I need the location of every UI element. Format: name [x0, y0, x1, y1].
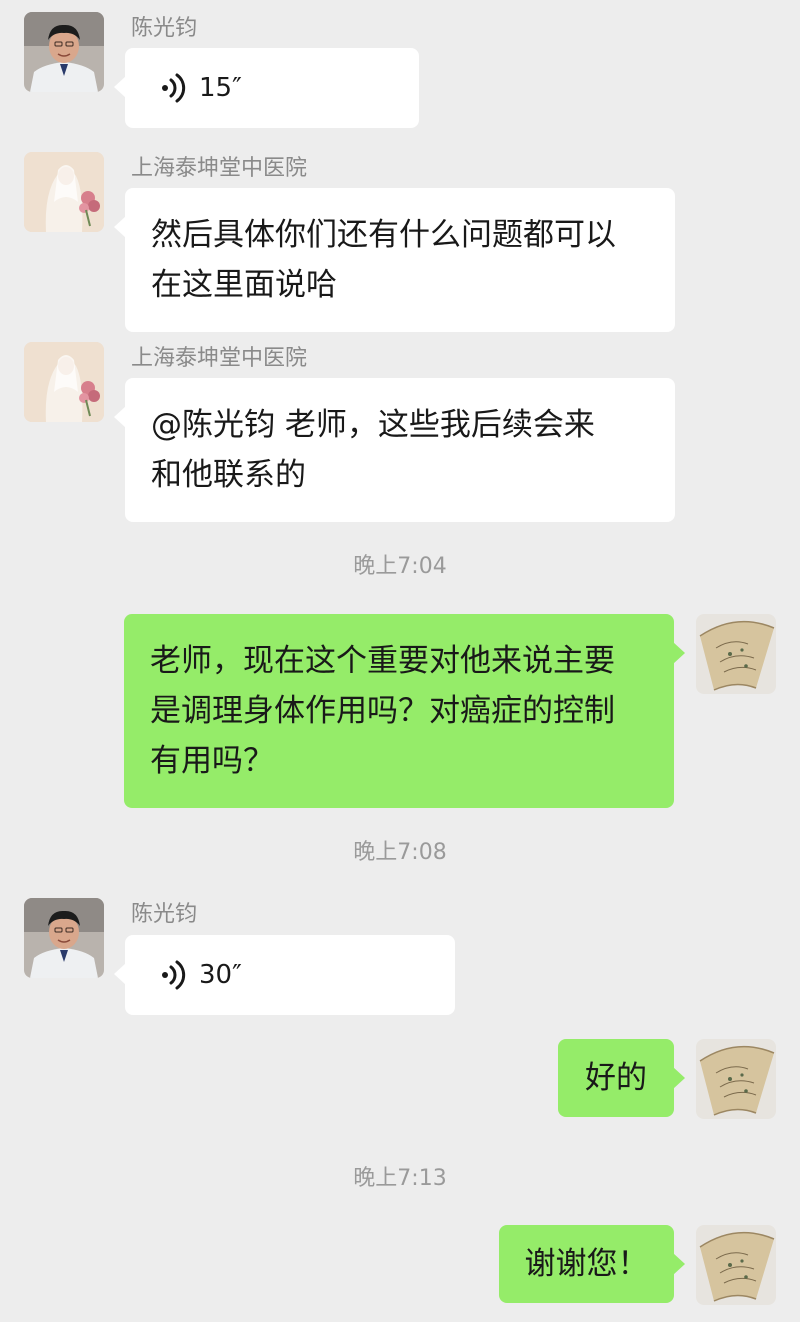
painted-fan-avatar [696, 1225, 776, 1305]
message-line: 然后具体你们还有什么问题都可以 [151, 217, 616, 253]
self-avatar[interactable] [696, 1225, 776, 1305]
timestamp: 晚上7:13 [353, 1166, 447, 1191]
doctor-avatar[interactable] [24, 898, 104, 978]
message-line: 是调理身体作用吗？对癌症的控制 [150, 693, 615, 729]
bride-flowers-avatar [24, 152, 104, 232]
hospital-avatar[interactable] [24, 152, 104, 232]
message-line: 和他联系的 [151, 457, 306, 493]
voice-duration: 15″ [199, 73, 242, 103]
sender-name: 上海泰坤堂中医院 [131, 346, 308, 371]
timestamp: 晚上7:04 [353, 554, 447, 579]
message-line: 有用吗？ [150, 743, 274, 779]
sender-name: 上海泰坤堂中医院 [131, 156, 308, 181]
self-avatar[interactable] [696, 614, 776, 694]
sender-name: 陈光钧 [131, 902, 198, 927]
text-message-outgoing[interactable]: 好的 [558, 1039, 685, 1117]
sender-name: 陈光钧 [131, 16, 198, 41]
doctor-portrait-avatar [24, 12, 104, 92]
text-message-outgoing[interactable]: 老师，现在这个重要对他来说主要 是调理身体作用吗？对癌症的控制 有用吗？ [124, 614, 685, 808]
text-message-outgoing[interactable]: 谢谢您！ [499, 1225, 685, 1303]
doctor-avatar[interactable] [24, 12, 104, 92]
voice-message[interactable]: 30″ [114, 935, 455, 1015]
message-line: @陈光钧 老师，这些我后续会来 [151, 407, 595, 443]
voice-wave-icon [161, 73, 187, 103]
painted-fan-avatar [696, 1039, 776, 1119]
timestamp: 晚上7:08 [353, 840, 447, 865]
self-avatar[interactable] [696, 1039, 776, 1119]
text-message[interactable]: @陈光钧 老师，这些我后续会来 和他联系的 [114, 378, 675, 522]
message-line: 谢谢您！ [524, 1246, 649, 1282]
message-line: 好的 [585, 1060, 647, 1096]
message-line: 在这里面说哈 [151, 267, 337, 303]
voice-duration: 30″ [199, 960, 242, 990]
doctor-portrait-avatar [24, 898, 104, 978]
bride-flowers-avatar [24, 342, 104, 422]
painted-fan-avatar [696, 614, 776, 694]
message-line: 老师，现在这个重要对他来说主要 [150, 643, 615, 679]
hospital-avatar[interactable] [24, 342, 104, 422]
voice-message[interactable]: 15″ [114, 48, 419, 128]
voice-wave-icon [161, 960, 187, 990]
text-message[interactable]: 然后具体你们还有什么问题都可以 在这里面说哈 [114, 188, 675, 332]
